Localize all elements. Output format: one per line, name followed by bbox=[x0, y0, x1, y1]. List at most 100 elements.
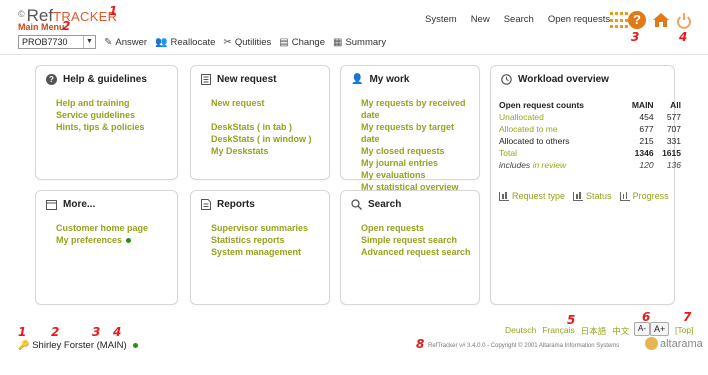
link-my-preferences[interactable]: My preferences bbox=[56, 234, 122, 246]
link-help-training[interactable]: Help and training bbox=[56, 97, 145, 109]
nav-system[interactable]: System bbox=[418, 14, 464, 25]
link-journal-entries[interactable]: My journal entries bbox=[361, 157, 475, 169]
report-icon bbox=[201, 199, 211, 210]
bar-chart-icon bbox=[619, 191, 630, 201]
new-request-panel: New request New request DeskStats ( in t… bbox=[190, 65, 330, 180]
lang-francais[interactable]: Français bbox=[542, 325, 575, 337]
header-all: All bbox=[670, 100, 681, 110]
apps-grid-icon[interactable] bbox=[610, 12, 630, 30]
edit-icon: ▤ bbox=[279, 36, 289, 48]
help-icon[interactable]: ? bbox=[628, 11, 646, 29]
top-link[interactable]: [Top] bbox=[675, 325, 693, 335]
nav-new[interactable]: New bbox=[464, 14, 497, 25]
request-select-value: PROB7730 bbox=[22, 37, 68, 47]
lang-japanese[interactable]: 日本語 bbox=[581, 325, 607, 337]
status-dot-icon bbox=[126, 237, 132, 243]
row-label: Allocated to others bbox=[499, 136, 570, 146]
row-main: 454 bbox=[639, 112, 654, 122]
my-work-panel: 👤 My work My requests by received date M… bbox=[340, 65, 480, 192]
link-new-request[interactable]: New request bbox=[211, 97, 312, 109]
link-simple-search[interactable]: Simple request search bbox=[361, 234, 471, 246]
link-service-guidelines[interactable]: Service guidelines bbox=[56, 109, 145, 121]
row-label: includes in review bbox=[499, 160, 567, 170]
row-label: Unallocated bbox=[499, 112, 544, 122]
annotation-b3: 3 bbox=[92, 325, 101, 339]
lang-deutsch[interactable]: Deutsch bbox=[505, 325, 536, 337]
search-panel-title: Search bbox=[368, 199, 402, 210]
font-decrease-button[interactable]: A- bbox=[634, 322, 650, 336]
more-panel-title: More... bbox=[63, 199, 96, 210]
link-hints-tips[interactable]: Hints, tips & policies bbox=[56, 121, 145, 133]
user-status: 🔑 Shirley Forster (MAIN) bbox=[18, 340, 138, 351]
row-main: 1346 bbox=[634, 148, 654, 158]
answer-button[interactable]: ✎ Answer bbox=[104, 37, 147, 48]
row-label: Allocated to me bbox=[499, 124, 558, 134]
reports-panel: Reports Supervisor summaries Statistics … bbox=[190, 190, 330, 305]
link-closed-requests[interactable]: My closed requests bbox=[361, 145, 475, 157]
link-system-management[interactable]: System management bbox=[211, 246, 308, 258]
top-nav: System New Search Open requests bbox=[418, 14, 617, 25]
copyright-text: RefTracker v# 3.4.0.0 - Copyright © 2001… bbox=[428, 343, 620, 349]
link-status[interactable]: Status bbox=[573, 191, 612, 201]
search-panel: Search Open requests Simple request sear… bbox=[340, 190, 480, 305]
user-name[interactable]: Shirley Forster (MAIN) bbox=[32, 340, 126, 351]
summary-label: Summary bbox=[345, 36, 387, 48]
row-all: 1615 bbox=[662, 148, 681, 158]
annotation-7: 7 bbox=[683, 310, 692, 324]
altarama-logo[interactable]: altarama bbox=[645, 337, 703, 350]
link-progress[interactable]: Progress bbox=[619, 191, 669, 201]
annotation-2: 2 bbox=[62, 19, 71, 33]
summary-button[interactable]: ▦ Summary bbox=[333, 37, 386, 48]
home-icon[interactable] bbox=[652, 10, 670, 30]
form-icon bbox=[201, 74, 211, 85]
link-deskstats-window[interactable]: DeskStats ( in window ) bbox=[211, 133, 312, 145]
link-statistics-reports[interactable]: Statistics reports bbox=[211, 234, 308, 246]
link-my-deskstats[interactable]: My Deskstats bbox=[211, 145, 312, 157]
reports-panel-title: Reports bbox=[217, 199, 255, 210]
help-guidelines-panel: ? Help & guidelines Help and training Se… bbox=[35, 65, 178, 180]
key-icon[interactable]: 🔑 bbox=[18, 340, 29, 351]
altarama-logo-text: altarama bbox=[660, 337, 703, 350]
change-button[interactable]: ▤ Change bbox=[279, 37, 325, 48]
header-label: Open request counts bbox=[499, 100, 585, 110]
table-row[interactable]: Unallocated 454 577 bbox=[499, 111, 681, 123]
link-requests-received[interactable]: My requests by received date bbox=[361, 97, 475, 121]
link-open-requests[interactable]: Open requests bbox=[361, 222, 471, 234]
annotation-4: 4 bbox=[679, 30, 688, 44]
row-main: 215 bbox=[639, 136, 654, 146]
qutilities-button[interactable]: ✂ Qutilities bbox=[223, 37, 271, 48]
link-request-type[interactable]: Request type bbox=[499, 191, 565, 201]
new-request-panel-title: New request bbox=[217, 74, 277, 85]
row-all: 331 bbox=[666, 136, 681, 146]
main-menu-label: Main Menu bbox=[18, 22, 65, 32]
pencil-icon: ✎ bbox=[104, 36, 113, 48]
nav-open-requests[interactable]: Open requests bbox=[541, 14, 617, 25]
header-main: MAIN bbox=[631, 100, 654, 110]
table-row[interactable]: Allocated to others 215 331 bbox=[499, 135, 681, 147]
link-requests-target[interactable]: My requests by target date bbox=[361, 121, 475, 145]
table-row[interactable]: Total 1346 1615 bbox=[499, 147, 681, 159]
reallocate-button[interactable]: 👥 Reallocate bbox=[155, 37, 215, 48]
lang-chinese[interactable]: 中文 bbox=[612, 325, 629, 337]
annotation-8: 8 bbox=[416, 337, 425, 351]
annotation-3: 3 bbox=[631, 30, 640, 44]
link-supervisor-summaries[interactable]: Supervisor summaries bbox=[211, 222, 308, 234]
row-all: 707 bbox=[666, 124, 681, 134]
chevron-down-icon[interactable]: ▼ bbox=[83, 36, 95, 48]
workload-panel-title: Workload overview bbox=[518, 74, 609, 85]
link-evaluations[interactable]: My evaluations bbox=[361, 169, 475, 181]
request-select[interactable]: PROB7730 ▼ bbox=[18, 35, 96, 49]
font-increase-button[interactable]: A+ bbox=[650, 322, 670, 336]
link-advanced-search[interactable]: Advanced request search bbox=[361, 246, 471, 258]
document-icon: ▦ bbox=[332, 36, 343, 48]
table-row[interactable]: Allocated to me 677 707 bbox=[499, 123, 681, 135]
row-all: 136 bbox=[666, 160, 681, 170]
link-deskstats-tab[interactable]: DeskStats ( in tab ) bbox=[211, 121, 312, 133]
toolbar: PROB7730 ▼ ✎ Answer 👥 Reallocate ✂ Qutil… bbox=[18, 35, 386, 49]
clock-icon bbox=[501, 74, 512, 85]
power-icon[interactable] bbox=[675, 10, 693, 30]
table-row[interactable]: includes in review 120 136 bbox=[499, 159, 681, 171]
link-customer-home[interactable]: Customer home page bbox=[56, 222, 148, 234]
nav-search[interactable]: Search bbox=[497, 14, 541, 25]
my-work-panel-title: My work bbox=[369, 74, 410, 85]
